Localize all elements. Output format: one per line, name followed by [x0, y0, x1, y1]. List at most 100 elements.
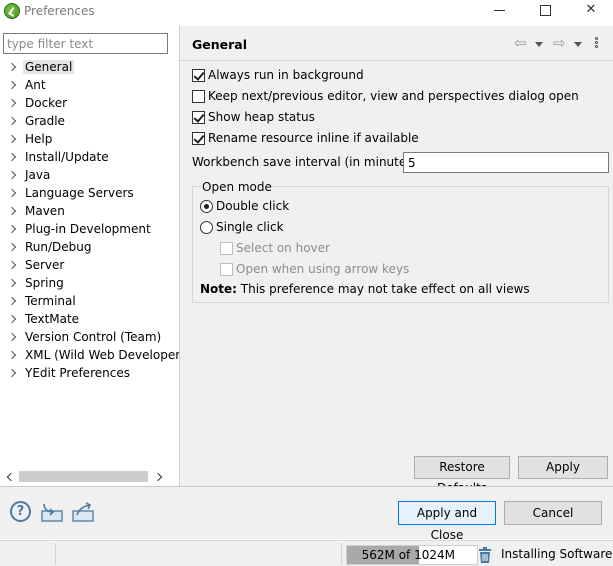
- chevron-right-icon[interactable]: [8, 238, 18, 256]
- checkbox-icon[interactable]: [220, 263, 233, 276]
- checkbox-icon[interactable]: [192, 90, 205, 103]
- checkbox-label: Always run in background: [208, 68, 364, 82]
- tree-item-label: Plug-in Development: [25, 222, 151, 236]
- page-title: General: [192, 37, 247, 52]
- save-interval-label: Workbench save interval (in minutes):: [192, 155, 422, 169]
- chevron-right-icon[interactable]: [8, 292, 18, 310]
- window-title: Preferences: [24, 4, 95, 18]
- chevron-right-icon[interactable]: [8, 220, 18, 238]
- note-label: Note:: [200, 282, 237, 296]
- tree-item[interactable]: XML (Wild Web Developer): [0, 346, 185, 364]
- tree-item[interactable]: Spring: [0, 274, 179, 292]
- tree-item-label: Docker: [25, 96, 68, 110]
- chevron-right-icon[interactable]: [8, 166, 18, 184]
- chevron-right-icon[interactable]: [8, 112, 18, 130]
- title-bar: Preferences ✕: [0, 0, 613, 24]
- radio-label: Double click: [216, 199, 290, 213]
- checkbox-icon[interactable]: [192, 69, 205, 82]
- checkbox-label: Show heap status: [208, 110, 315, 124]
- note-text: This preference may not take effect on a…: [236, 282, 530, 296]
- status-message: Installing Software: (4: [501, 547, 613, 561]
- app-logo-icon: [4, 3, 20, 19]
- maximize-button[interactable]: [523, 0, 567, 22]
- chevron-right-icon[interactable]: [8, 310, 18, 328]
- close-window-button[interactable]: ✕: [569, 0, 613, 22]
- tree-item-label: Spring: [25, 276, 64, 290]
- forward-arrow-icon[interactable]: ⇨: [553, 36, 569, 51]
- filter-input[interactable]: [3, 33, 168, 54]
- tree-item-label: Ant: [25, 78, 46, 92]
- open-mode-title: Open mode: [201, 179, 273, 195]
- chevron-right-icon[interactable]: [8, 202, 18, 220]
- radio-icon[interactable]: [200, 200, 213, 213]
- import-icon[interactable]: [40, 501, 64, 523]
- forward-history-dropdown-icon[interactable]: [574, 42, 582, 47]
- tree-item[interactable]: Server: [0, 256, 179, 274]
- heap-status[interactable]: 562M of 1024M: [346, 545, 478, 565]
- horizontal-scrollbar[interactable]: [0, 468, 179, 485]
- chevron-right-icon[interactable]: [8, 130, 18, 148]
- scrollbar-thumb[interactable]: [19, 471, 148, 482]
- radio-icon[interactable]: [200, 221, 213, 234]
- open-mode-note: Note: This preference may not take effec…: [200, 281, 530, 297]
- chevron-right-icon[interactable]: [8, 274, 18, 292]
- chevron-right-icon[interactable]: [8, 364, 18, 382]
- tree-item[interactable]: General: [0, 58, 179, 76]
- open-mode-group: Open mode Double click Single click Sele…: [192, 179, 609, 303]
- save-interval-input[interactable]: [403, 152, 609, 173]
- tree-item[interactable]: Maven: [0, 202, 179, 220]
- checkbox-icon[interactable]: [192, 111, 205, 124]
- tree-item[interactable]: Language Servers: [0, 184, 179, 202]
- preference-page: General ⇦ ⇨ Always run in background Kee…: [180, 26, 613, 495]
- scroll-left-icon[interactable]: [0, 468, 18, 485]
- tree-item[interactable]: Ant: [0, 76, 179, 94]
- tree-item[interactable]: YEdit Preferences: [0, 364, 179, 382]
- tree-item[interactable]: Terminal: [0, 292, 179, 310]
- tree-item[interactable]: Docker: [0, 94, 179, 112]
- minimize-button[interactable]: [478, 0, 522, 22]
- garbage-collect-icon[interactable]: [478, 547, 492, 564]
- tree-item[interactable]: TextMate: [0, 310, 179, 328]
- chevron-right-icon[interactable]: [8, 58, 18, 76]
- view-menu-icon[interactable]: [594, 37, 600, 51]
- chevron-right-icon[interactable]: [8, 76, 18, 94]
- preference-tree-pane: General Ant Docker Gradle Help Install/Update…: [0, 26, 185, 486]
- tree-item[interactable]: Java: [0, 166, 179, 184]
- tree-item-label: XML (Wild Web Developer): [25, 348, 185, 362]
- tree-item[interactable]: Help: [0, 130, 179, 148]
- back-arrow-icon[interactable]: ⇦: [514, 36, 530, 51]
- cancel-button[interactable]: Cancel: [504, 501, 602, 525]
- checkbox-label: Select on hover: [236, 241, 330, 255]
- export-icon[interactable]: [71, 501, 95, 523]
- back-history-dropdown-icon[interactable]: [535, 42, 543, 47]
- title-separator: [180, 60, 613, 61]
- tree-item-label: Terminal: [25, 294, 76, 308]
- tree-item-label: Maven: [25, 204, 65, 218]
- scroll-right-icon[interactable]: [150, 468, 168, 485]
- tree-item-label: Version Control (Team): [25, 330, 162, 344]
- apply-button[interactable]: Apply: [518, 456, 608, 479]
- chevron-right-icon[interactable]: [8, 184, 18, 202]
- chevron-right-icon[interactable]: [8, 256, 18, 274]
- tree-item[interactable]: Run/Debug: [0, 238, 179, 256]
- checkbox-icon[interactable]: [220, 242, 233, 255]
- apply-and-close-button[interactable]: Apply and Close: [398, 501, 496, 542]
- tree-item[interactable]: Gradle: [0, 112, 179, 130]
- chevron-right-icon[interactable]: [8, 346, 18, 364]
- help-icon[interactable]: ?: [10, 501, 31, 522]
- checkbox-icon[interactable]: [192, 132, 205, 145]
- page-navigation: ⇦ ⇨: [514, 36, 609, 52]
- heap-status-text: 562M of 1024M: [361, 548, 455, 562]
- tree-item[interactable]: Version Control (Team): [0, 328, 179, 346]
- checkbox-label: Open when using arrow keys: [236, 262, 410, 276]
- radio-label: Single click: [216, 220, 284, 234]
- status-divider: [341, 543, 342, 565]
- tree-item[interactable]: Plug-in Development: [0, 220, 179, 238]
- restore-defaults-button[interactable]: Restore Defaults: [414, 456, 510, 495]
- chevron-right-icon[interactable]: [8, 94, 18, 112]
- tree-item-label: Language Servers: [25, 186, 134, 200]
- chevron-right-icon[interactable]: [8, 148, 18, 166]
- chevron-right-icon[interactable]: [8, 328, 18, 346]
- tree-item-label: General: [23, 60, 75, 74]
- tree-item[interactable]: Install/Update: [0, 148, 179, 166]
